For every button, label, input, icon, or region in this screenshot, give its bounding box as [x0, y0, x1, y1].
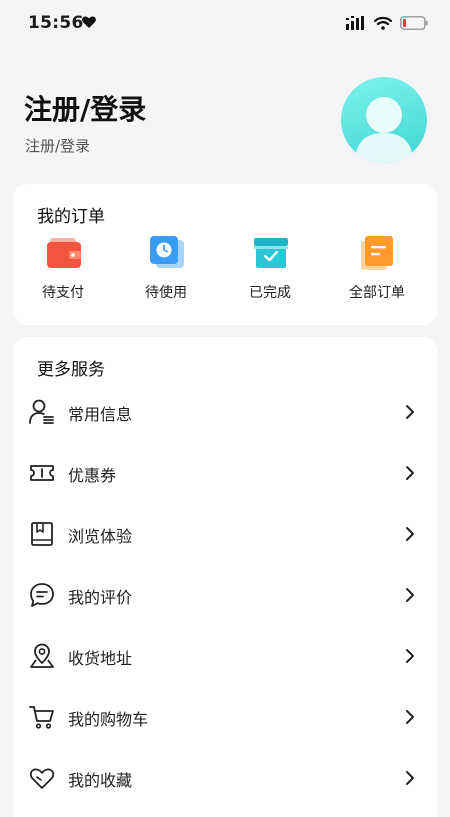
- order-completed-label: 已完成: [249, 285, 291, 301]
- service-item-shopping-cart[interactable]: 我的购物车: [13, 688, 437, 749]
- wifi-icon: [374, 16, 392, 30]
- user-avatar-icon: [355, 97, 413, 163]
- service-item-reviews[interactable]: 我的评价: [13, 566, 437, 627]
- service-label: 我的购物车: [68, 710, 149, 729]
- chevron-right-icon: [406, 527, 414, 541]
- order-all-label: 全部订单: [349, 285, 405, 301]
- chat-bubble-icon: [30, 583, 54, 607]
- chevron-right-icon: [406, 710, 414, 724]
- chevron-right-icon: [406, 588, 414, 602]
- status-indicators: [346, 14, 428, 32]
- cart-icon: [29, 706, 54, 729]
- services-title: 更多服务: [37, 360, 105, 380]
- book-icon: [31, 522, 53, 546]
- clock-icon: [150, 236, 184, 268]
- ticket-icon: [30, 465, 54, 481]
- orders-row: 待支付 待使用 已完成 全部订单: [13, 234, 437, 314]
- status-bar: 15:56: [0, 0, 450, 48]
- order-pending-payment[interactable]: 待支付: [18, 234, 108, 314]
- order-all[interactable]: 全部订单: [332, 234, 422, 314]
- service-label: 优惠券: [68, 466, 117, 485]
- order-pending-use[interactable]: 待使用: [121, 234, 211, 314]
- chevron-right-icon: [406, 405, 414, 419]
- user-info-icon: [29, 399, 54, 424]
- order-pending-payment-label: 待支付: [42, 285, 84, 301]
- service-label: 收货地址: [68, 649, 133, 668]
- service-item-favorites[interactable]: 我的收藏: [13, 749, 437, 810]
- orders-title: 我的订单: [37, 207, 105, 227]
- map-pin-icon: [30, 643, 54, 668]
- list-document-icon: [361, 236, 393, 270]
- login-title[interactable]: 注册/登录: [24, 88, 146, 128]
- chevron-right-icon: [406, 649, 414, 663]
- service-label: 常用信息: [68, 405, 133, 424]
- avatar[interactable]: [341, 77, 427, 163]
- orders-card: 我的订单 待支付 待使用 已完成 全部订单: [13, 184, 437, 325]
- heart-icon: [29, 768, 55, 789]
- services-card: 更多服务 常用信息 优惠券 浏览体验 我的评价 收货地址 我的购物车 我的收藏: [13, 337, 437, 817]
- service-label: 我的评价: [68, 588, 133, 607]
- check-box-icon: [254, 238, 288, 268]
- service-item-browse-history[interactable]: 浏览体验: [13, 505, 437, 566]
- chevron-right-icon: [406, 771, 414, 785]
- status-time: 15:56: [28, 13, 84, 33]
- order-pending-use-label: 待使用: [145, 285, 187, 301]
- service-label: 浏览体验: [68, 527, 133, 546]
- wallet-icon: [47, 238, 81, 268]
- order-completed[interactable]: 已完成: [225, 234, 315, 314]
- service-item-address[interactable]: 收货地址: [13, 627, 437, 688]
- service-item-common-info[interactable]: 常用信息: [13, 383, 437, 444]
- service-label: 我的收藏: [68, 771, 133, 790]
- login-subtitle[interactable]: 注册/登录: [25, 135, 90, 156]
- service-item-coupons[interactable]: 优惠券: [13, 444, 437, 505]
- battery-icon: [400, 16, 428, 30]
- signal-icon: [346, 16, 364, 30]
- chevron-right-icon: [406, 466, 414, 480]
- heart-status-icon: [82, 16, 96, 28]
